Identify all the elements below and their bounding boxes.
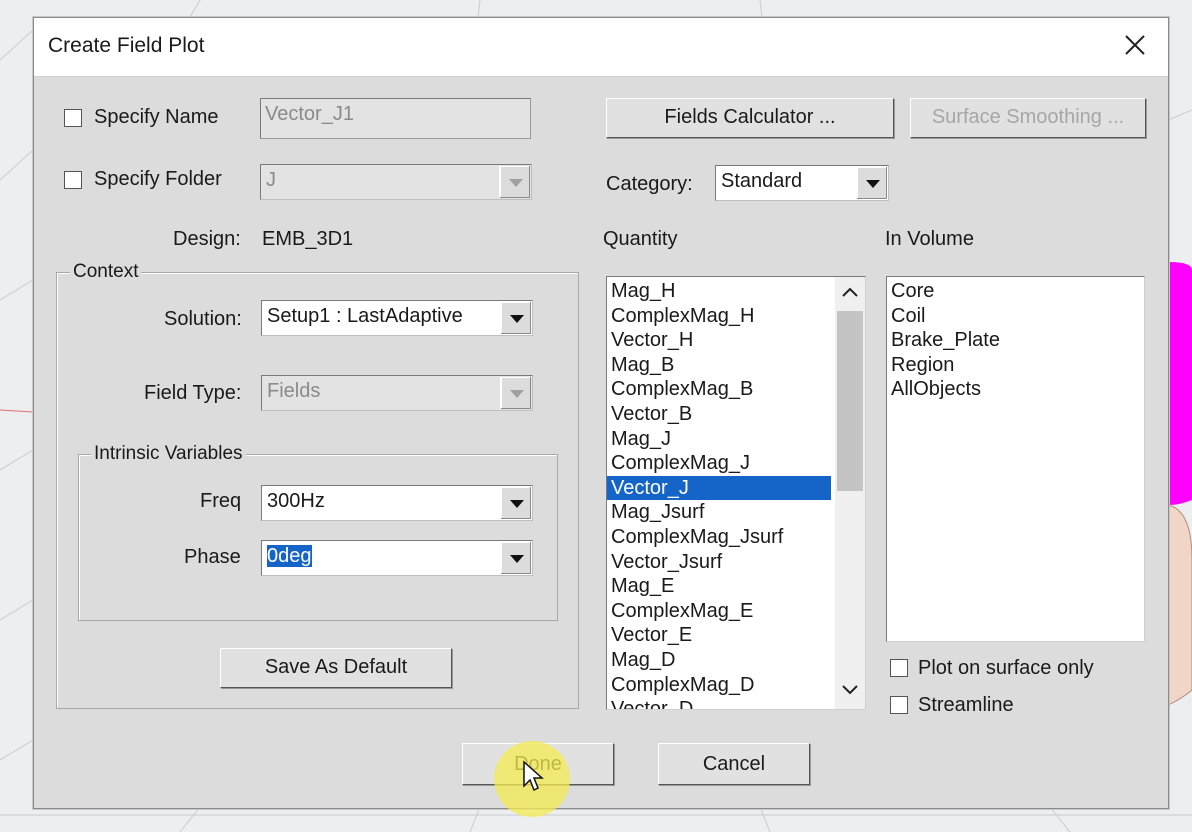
freq-value: 300Hz xyxy=(267,490,325,512)
quantity-items: Mag_H ComplexMag_H Vector_H Mag_B ComplexMag… xyxy=(607,279,865,709)
chevron-up-icon[interactable] xyxy=(841,285,859,299)
magenta-object xyxy=(1168,262,1192,505)
quantity-item[interactable]: ComplexMag_J xyxy=(607,451,831,476)
category-label: Category: xyxy=(606,173,693,195)
design-label: Design: xyxy=(173,228,241,250)
streamline-label: Streamline xyxy=(918,694,1014,716)
phase-select[interactable]: 0deg xyxy=(261,540,533,576)
category-value: Standard xyxy=(721,170,803,192)
close-icon[interactable] xyxy=(1122,32,1148,58)
quantity-item[interactable]: ComplexMag_H xyxy=(607,304,831,329)
chevron-down-icon xyxy=(500,542,531,574)
quantity-item[interactable]: Mag_D xyxy=(607,648,831,673)
quantity-label: Quantity xyxy=(603,228,678,250)
freq-select[interactable]: 300Hz xyxy=(261,485,533,521)
specify-folder-label: Specify Folder xyxy=(94,168,222,190)
quantity-item[interactable]: Vector_Jsurf xyxy=(607,550,831,575)
streamline-checkbox[interactable] xyxy=(890,696,908,714)
quantity-item[interactable]: Mag_J xyxy=(607,427,831,452)
quantity-item[interactable]: ComplexMag_B xyxy=(607,377,831,402)
intrinsic-variables-group xyxy=(78,454,558,621)
quantity-item[interactable]: Mag_H xyxy=(607,279,831,304)
phase-value: 0deg xyxy=(267,545,312,567)
quantity-item[interactable]: ComplexMag_Jsurf xyxy=(607,525,831,550)
in-volume-listbox[interactable]: Core Coil Brake_Plate Region AllObjects xyxy=(886,276,1145,642)
surface-smoothing-button[interactable]: Surface Smoothing ... xyxy=(910,98,1146,138)
quantity-item[interactable]: Vector_H xyxy=(607,328,831,353)
in-volume-label: In Volume xyxy=(885,228,974,250)
dialog-title: Create Field Plot xyxy=(48,34,205,57)
phase-label: Phase xyxy=(184,546,241,568)
quantity-item[interactable]: Mag_B xyxy=(607,353,831,378)
freq-label: Freq xyxy=(200,490,242,512)
mouse-cursor-icon xyxy=(523,760,544,792)
quantity-item[interactable]: Mag_Jsurf xyxy=(607,500,831,525)
solution-value: Setup1 : LastAdaptive xyxy=(267,305,463,327)
cancel-button[interactable]: Cancel xyxy=(658,743,810,785)
quantity-scrollbar[interactable] xyxy=(835,277,865,709)
plot-name-input[interactable]: Vector_J1 xyxy=(260,98,531,139)
specify-name-checkbox[interactable] xyxy=(64,109,82,127)
intrinsic-variables-title: Intrinsic Variables xyxy=(91,443,246,465)
fields-calculator-button[interactable]: Fields Calculator ... xyxy=(606,98,894,138)
volume-item[interactable]: Brake_Plate xyxy=(887,328,1144,353)
quantity-listbox[interactable]: Mag_H ComplexMag_H Vector_H Mag_B ComplexMag… xyxy=(606,276,866,710)
folder-select[interactable]: J xyxy=(260,164,532,200)
quantity-item[interactable]: Vector_D xyxy=(607,697,831,709)
quantity-scroll-thumb[interactable] xyxy=(837,311,863,491)
category-select[interactable]: Standard xyxy=(715,165,889,201)
specify-name-label: Specify Name xyxy=(94,106,219,128)
quantity-item[interactable]: Vector_E xyxy=(607,623,831,648)
save-as-default-button[interactable]: Save As Default xyxy=(220,648,452,688)
volume-item[interactable]: Coil xyxy=(887,304,1144,329)
folder-value: J xyxy=(266,169,276,191)
volume-item[interactable]: Core xyxy=(887,279,1144,304)
create-field-plot-dialog: Create Field Plot Specify Name Vector_J1… xyxy=(33,17,1169,809)
chevron-down-icon xyxy=(856,167,887,199)
quantity-item[interactable]: Mag_E xyxy=(607,574,831,599)
context-group-title: Context xyxy=(70,261,142,283)
solution-select[interactable]: Setup1 : LastAdaptive xyxy=(261,300,533,336)
volume-items: Core Coil Brake_Plate Region AllObjects xyxy=(887,279,1144,402)
quantity-item[interactable]: Vector_B xyxy=(607,402,831,427)
field-type-label: Field Type: xyxy=(144,382,242,404)
chevron-down-icon xyxy=(500,487,531,519)
volume-item[interactable]: AllObjects xyxy=(887,377,1144,402)
plot-on-surface-only-label: Plot on surface only xyxy=(918,657,1094,679)
chevron-down-icon xyxy=(500,302,531,334)
solution-label: Solution: xyxy=(164,308,242,330)
quantity-item[interactable]: ComplexMag_E xyxy=(607,599,831,624)
dialog-titlebar: Create Field Plot xyxy=(34,18,1168,77)
field-type-value: Fields xyxy=(267,380,321,402)
quantity-item[interactable]: ComplexMag_D xyxy=(607,673,831,698)
specify-folder-checkbox[interactable] xyxy=(64,171,82,189)
quantity-item[interactable]: Vector_J xyxy=(607,475,831,501)
chevron-down-icon xyxy=(500,377,531,409)
volume-item[interactable]: Region xyxy=(887,353,1144,378)
field-type-select[interactable]: Fields xyxy=(261,375,533,411)
chevron-down-icon xyxy=(499,166,530,198)
design-value: EMB_3D1 xyxy=(262,228,354,250)
chevron-down-icon[interactable] xyxy=(841,683,859,697)
plot-on-surface-only-checkbox[interactable] xyxy=(890,659,908,677)
